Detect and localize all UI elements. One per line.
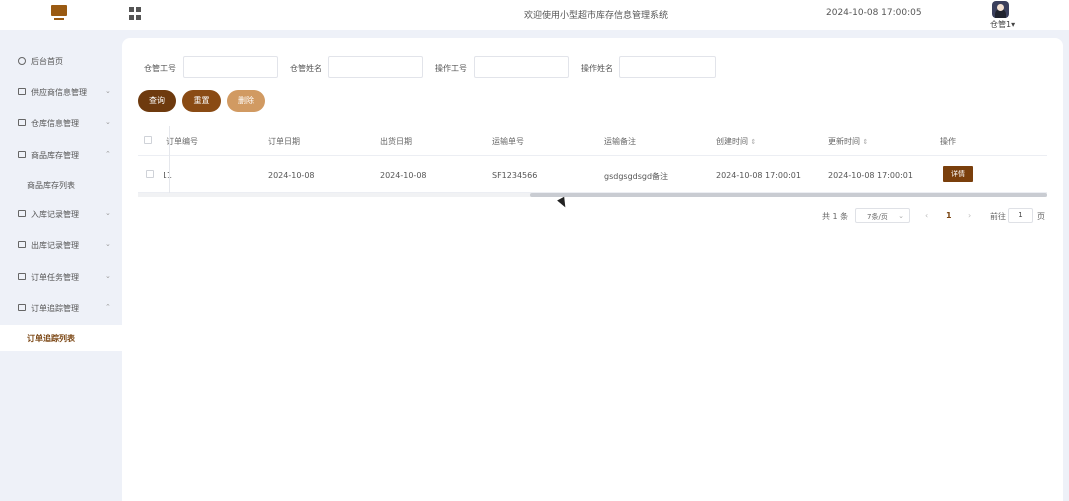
delete-button[interactable]: 删除 [227,90,265,112]
query-button[interactable]: 查询 [138,90,176,112]
scrollbar-thumb[interactable] [530,193,1047,197]
column-header-updated[interactable]: 更新时间 ⇕ [828,136,868,147]
pager-total: 共 1 条 [822,212,849,221]
page-size-value: 7条/页 [867,213,888,221]
sidebar: 后台首页 供应商信息管理 ⌄ 仓库信息管理 ⌄ 商品库存管理 ⌃ 商品库存列表 … [0,30,122,501]
sidebar-subitem-label: 商品库存列表 [27,181,75,190]
user-name: 仓管1 [990,20,1012,29]
sidebar-item-stock-in[interactable]: 入库记录管理 ⌄ [0,201,122,227]
sort-icon[interactable]: ⇕ [751,138,757,146]
sidebar-subitem-tracking-list[interactable]: 订单追踪列表 [0,325,122,351]
sidebar-item-label: 订单任务管理 [31,273,79,282]
sidebar-item-label: 商品库存管理 [31,151,79,160]
reset-button[interactable]: 重置 [182,90,221,112]
sidebar-item-supplier[interactable]: 供应商信息管理 ⌄ [0,79,122,105]
avatar[interactable] [992,1,1009,18]
welcome-text: 欢迎使用小型超市库存信息管理系统 [524,11,669,21]
sidebar-item-warehouse[interactable]: 仓库信息管理 ⌄ [0,110,122,136]
operator-name-input[interactable] [619,56,716,78]
cell-created: 2024-10-08 17:00:01 [716,171,801,180]
current-datetime: 2024-10-08 17:00:05 [826,8,922,18]
page-size-select[interactable]: 7条/页 ⌄ [855,208,910,223]
column-header-label: 更新时间 [828,137,860,146]
list-icon [18,210,26,217]
list-icon [18,241,26,248]
sidebar-item-dashboard[interactable]: 后台首页 [0,48,122,74]
sidebar-item-label: 仓库信息管理 [31,119,79,128]
column-header-tracking-no[interactable]: 运输单号 [492,136,524,147]
caret-down-icon: ▾ [1011,20,1016,29]
column-header-order-date[interactable]: 订单日期 [268,136,300,147]
list-icon [18,273,26,280]
operator-id-input[interactable] [474,56,569,78]
chevron-down-icon: ⌄ [105,118,111,126]
sidebar-item-stock-out[interactable]: 出库记录管理 ⌄ [0,232,122,258]
column-header-order-no[interactable]: 订单编号 [166,136,198,147]
grid-icon[interactable] [129,7,142,20]
detail-button[interactable]: 详情 [943,166,973,182]
sidebar-subitem-label: 订单追踪列表 [27,334,75,343]
content-panel: 仓管工号 仓管姓名 操作工号 操作姓名 查询 重置 删除 订单编号 订单日期 出… [122,38,1063,501]
pager-current-page[interactable]: 1 [946,211,952,220]
search-label-operator-name: 操作姓名 [581,64,613,73]
sidebar-item-label: 订单追踪管理 [31,304,79,313]
cell-order-date: 2024-10-08 [268,171,315,180]
table-row[interactable]: S111111 2024-10-08 2024-10-08 SF1234566 … [138,156,1047,193]
keeper-id-input[interactable] [183,56,278,78]
cell-ship-date: 2024-10-08 [380,171,427,180]
cell-updated: 2024-10-08 17:00:01 [828,171,913,180]
sort-icon[interactable]: ⇕ [863,138,869,146]
table-header: 订单编号 订单日期 出货日期 运输单号 运输备注 创建时间 ⇕ 更新时间 ⇕ 操… [138,126,1047,156]
column-header-action: 操作 [940,137,956,146]
sidebar-subitem-inventory-list[interactable]: 商品库存列表 [0,172,122,198]
list-icon [18,119,26,126]
chevron-down-icon: ⌄ [105,240,111,248]
chevron-down-icon: ⌄ [898,212,904,220]
clock-icon [18,57,26,65]
top-bar: 欢迎使用小型超市库存信息管理系统 2024-10-08 17:00:05 仓管1… [0,0,1069,30]
search-label-keeper-id: 仓管工号 [144,64,176,73]
sidebar-item-order-tracking[interactable]: 订单追踪管理 ⌃ [0,295,122,321]
keeper-name-input[interactable] [328,56,423,78]
sidebar-item-inventory[interactable]: 商品库存管理 ⌃ [0,142,122,168]
pager-prev-button[interactable]: ‹ [925,211,928,220]
sidebar-item-label: 供应商信息管理 [31,88,87,97]
chevron-up-icon: ⌃ [105,150,111,158]
fixed-column-divider [138,126,170,193]
list-icon [18,88,26,95]
chevron-up-icon: ⌃ [105,303,111,311]
pager-next-button[interactable]: › [968,211,971,220]
column-header-ship-date[interactable]: 出货日期 [380,136,412,147]
sidebar-item-label: 后台首页 [31,57,63,66]
column-header-remark[interactable]: 运输备注 [604,136,636,147]
sidebar-item-label: 入库记录管理 [31,210,79,219]
search-label-keeper-name: 仓管姓名 [290,64,322,73]
horizontal-scrollbar[interactable] [138,193,1047,197]
monitor-icon[interactable] [51,5,67,21]
sidebar-item-label: 出库记录管理 [31,241,79,250]
search-label-operator-id: 操作工号 [435,64,467,73]
column-header-created[interactable]: 创建时间 ⇕ [716,136,756,147]
cell-tracking-no: SF1234566 [492,171,538,180]
user-menu[interactable]: 仓管1▾ [990,19,1015,30]
list-icon [18,304,26,311]
cell-remark: gsdgsgdsgd备注 [604,172,669,181]
sidebar-item-order-task[interactable]: 订单任务管理 ⌄ [0,264,122,290]
list-icon [18,151,26,158]
chevron-down-icon: ⌄ [105,209,111,217]
pager-goto-label: 前往 [990,212,1006,221]
pager-goto-input[interactable]: 1 [1008,208,1033,223]
column-header-label: 创建时间 [716,137,748,146]
pager-unit-label: 页 [1037,212,1045,221]
chevron-down-icon: ⌄ [105,272,111,280]
chevron-down-icon: ⌄ [105,87,111,95]
